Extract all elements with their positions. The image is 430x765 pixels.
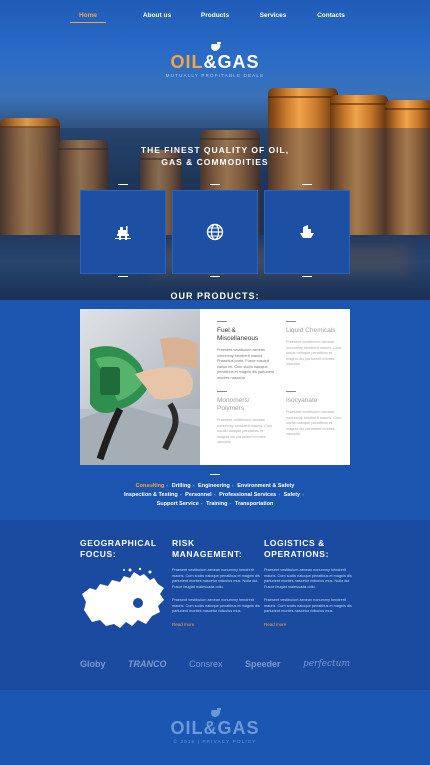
oil-can-icon <box>208 42 222 52</box>
product-text: Praesent vestibulum aenean nonummy hendr… <box>217 418 273 444</box>
tile-tanker-ship[interactable] <box>264 190 350 274</box>
tile-globe[interactable] <box>172 190 258 274</box>
partner-logo-globy[interactable]: Globy <box>80 659 106 669</box>
product-text: Praesent vestibulum aenean nonummy hendr… <box>286 410 342 436</box>
partner-logo-perfectum[interactable]: perfectum <box>303 659 350 669</box>
tag-line: Inspection & Testing - Personnel - Profess… <box>124 492 304 498</box>
nav-services[interactable]: Services <box>244 12 302 23</box>
column-title: LOGISTICS & OPERATIONS: <box>264 538 330 559</box>
column-text: Praesent vestibulum aenean nonummy hendr… <box>264 568 352 589</box>
tag-inspection-testing[interactable]: Inspection & Testing <box>124 492 178 498</box>
divider-dash <box>118 276 128 277</box>
products-title: OUR PRODUCTS: <box>170 291 260 301</box>
divider-dash <box>302 276 312 277</box>
fuel-pump-illustration <box>80 337 200 465</box>
read-more-link[interactable]: Read more <box>264 622 352 627</box>
product-name: Fuel & Miscellaneous <box>217 327 259 342</box>
logo-tagline: MUTUALLY PROFITABLE DEALS <box>165 73 265 78</box>
product-bar <box>217 321 227 322</box>
column-title: RISK MANAGEMENT: <box>172 538 243 559</box>
footer-logo-word-gas: &GAS <box>203 718 260 738</box>
partner-logo-consrex[interactable]: Consrex <box>189 659 223 669</box>
nav-home[interactable]: Home <box>70 12 106 23</box>
tile-oil-rig[interactable] <box>80 190 166 274</box>
geographical-focus-column: GEOGRAPHICAL FOCUS: <box>80 538 168 641</box>
tag-drilling[interactable]: Drilling <box>172 483 191 489</box>
read-more-link[interactable]: Read more <box>172 622 260 627</box>
products-card: Fuel & Miscellaneous Praesent vestibulum… <box>80 309 350 465</box>
hero-title-line2: GAS & COMMODITIES <box>161 157 269 167</box>
product-item[interactable]: Isocyanate Praesent vestibulum aenean no… <box>286 391 344 438</box>
oil-can-icon <box>208 708 222 718</box>
tag-support-service[interactable]: Support Service <box>157 501 199 507</box>
tag-personnel[interactable]: Personnel <box>185 492 212 498</box>
product-bar <box>217 391 227 392</box>
services-tag-cloud: Consulting - Drilling - Engineering - Envir… <box>90 482 340 509</box>
nav-about-us[interactable]: About us <box>128 12 186 23</box>
product-item[interactable]: Monomers/ Polymers Praesent vestibulum a… <box>217 391 275 446</box>
products-list: Fuel & Miscellaneous Praesent vestibulum… <box>200 309 350 465</box>
nav-products[interactable]: Products <box>186 12 244 23</box>
product-item[interactable]: Fuel & Miscellaneous Praesent vestibulum… <box>217 321 275 381</box>
logo-word-oil: OIL <box>170 52 204 72</box>
logistics-operations-column: LOGISTICS & OPERATIONS: Praesent vestibul… <box>264 538 352 627</box>
partners-logos: Globy TRANCO Consrex Speeder perfectum <box>80 659 350 669</box>
tag-safety[interactable]: Safety <box>284 492 301 498</box>
column-text: Praesent vestibulum aenean nonummy hendr… <box>264 598 352 613</box>
tag-professional-services[interactable]: Professional Services <box>219 492 276 498</box>
footer-logo[interactable]: OIL&GAS © 2016 | PRIVACY POLICY <box>0 708 430 744</box>
logo-word-gas: &GAS <box>203 52 260 72</box>
nav-contacts[interactable]: Contacts <box>302 12 360 23</box>
tag-engineering[interactable]: Engineering <box>198 483 230 489</box>
footer: OIL&GAS © 2016 | PRIVACY POLICY <box>0 690 430 765</box>
globe-icon <box>206 223 224 241</box>
product-bar <box>286 321 296 322</box>
footer-copyright[interactable]: © 2016 | PRIVACY POLICY <box>0 739 430 744</box>
product-name: Isocyanate <box>286 397 318 404</box>
main-nav: Home About us Products Services Contacts <box>0 12 430 23</box>
product-item[interactable]: Liquid Chemicals Praesent vestibulum aen… <box>286 321 344 368</box>
partner-logo-tranco[interactable]: TRANCO <box>128 659 167 669</box>
tag-line: Support Service - Training - Transportatio… <box>156 501 274 507</box>
partner-logo-speeder[interactable]: Speeder <box>245 659 281 669</box>
tag-transportation[interactable]: Transportation <box>235 501 274 507</box>
column-text: Praesent vestibulum aenean nonummy hendr… <box>172 598 260 613</box>
divider-dash <box>210 474 220 475</box>
hero-title: THE FINEST QUALITY OF OIL, GAS & COMMODI… <box>0 144 430 168</box>
tag-consulting[interactable]: Consulting <box>136 483 165 489</box>
oil-rig-icon <box>115 226 131 240</box>
divider-dash <box>118 184 128 185</box>
hero-title-line1: THE FINEST QUALITY OF OIL, <box>140 145 290 155</box>
column-text: Praesent vestibulum aenean nonummy hendr… <box>172 568 260 589</box>
tag-line: Consulting - Drilling - Engineering - Envir… <box>135 483 295 489</box>
tag-environment-safety[interactable]: Environment & Safety <box>237 483 294 489</box>
divider-dash <box>210 276 220 277</box>
risk-management-column: RISK MANAGEMENT: Praesent vestibulum aene… <box>172 538 260 627</box>
column-title: GEOGRAPHICAL FOCUS: <box>80 538 157 559</box>
footer-logo-word-oil: OIL <box>170 718 204 738</box>
tag-training[interactable]: Training <box>206 501 227 507</box>
product-name: Liquid Chemicals <box>286 327 336 334</box>
product-name: Monomers/ Polymers <box>217 397 250 412</box>
site-logo[interactable]: OIL&GAS MUTUALLY PROFITABLE DEALS <box>0 42 430 78</box>
fuel-nozzle-photo <box>80 309 200 465</box>
product-text: Praesent vestibulum aenean nonummy hendr… <box>217 348 274 380</box>
product-text: Praesent vestibulum aenean nonummy hendr… <box>286 340 342 366</box>
canada-map-icon <box>82 567 164 628</box>
product-bar <box>286 391 296 392</box>
divider-dash <box>210 184 220 185</box>
page: Home About us Products Services Contacts… <box>0 0 430 765</box>
tanker-ship-icon <box>300 225 314 238</box>
divider-dash <box>302 184 312 185</box>
